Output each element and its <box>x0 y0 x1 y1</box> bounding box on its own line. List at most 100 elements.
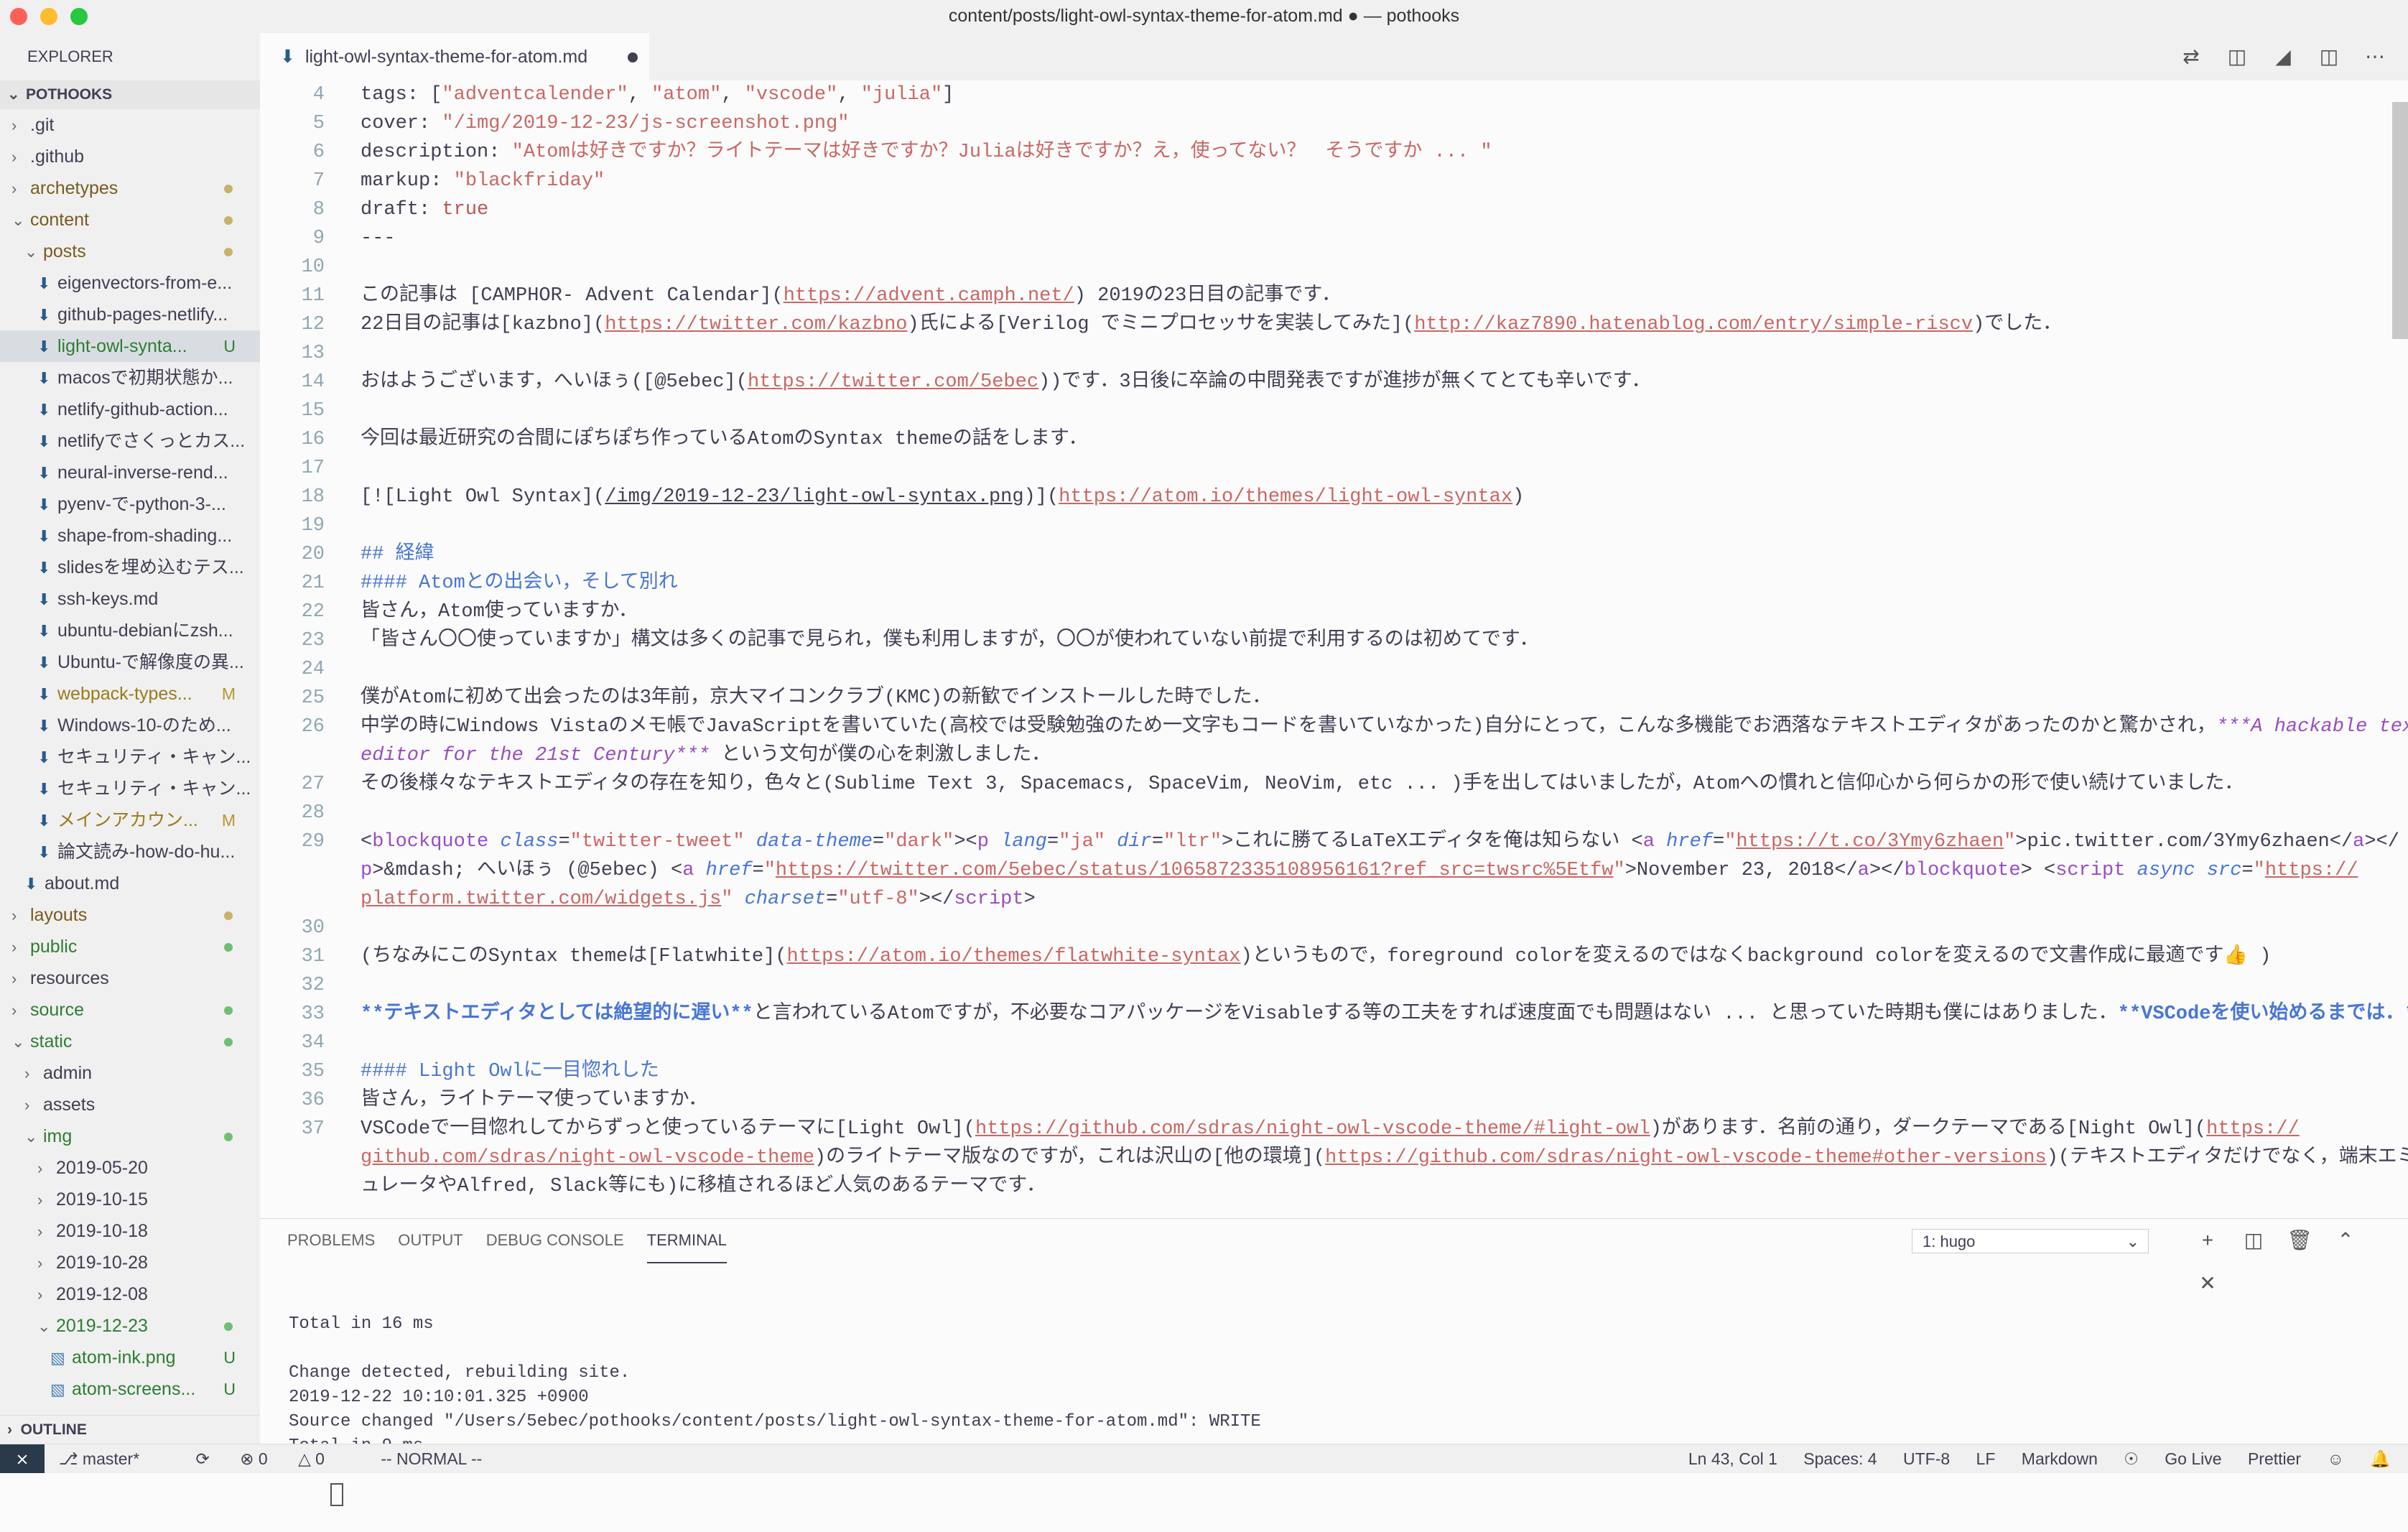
markdown-file-icon: ⬇ <box>37 780 51 798</box>
line-number: 37 <box>301 1118 325 1140</box>
markdown-file-icon: ⬇ <box>37 432 51 450</box>
title-bar: content/posts/light-owl-syntax-theme-for… <box>0 0 2408 34</box>
tree-item[interactable]: ⬇ macosで初期状態か... <box>0 362 260 394</box>
unsaved-dot-icon[interactable] <box>628 52 638 62</box>
code-line: 13 <box>260 339 2408 368</box>
tree-item[interactable]: › 2019-10-15 <box>0 1184 260 1215</box>
feedback-icon[interactable]: ☺ <box>2327 1449 2343 1468</box>
tree-item[interactable]: ⌄ 2019-12-23 <box>0 1310 260 1342</box>
tree-item[interactable]: › resources <box>0 962 260 994</box>
code-text: editor for the 21st Century*** という文句が僕の心… <box>361 745 1051 766</box>
tree-item[interactable]: ⬇ neural-inverse-rend... <box>0 457 260 488</box>
code-line: 7 markup: "blackfriday" <box>260 167 2408 195</box>
workspace-section-header[interactable]: ⌄ POTHOOKS <box>0 80 260 109</box>
preview-icon[interactable]: ◫ <box>2214 33 2260 80</box>
maximize-panel-icon[interactable]: ⌃ <box>2323 1219 2369 1262</box>
language-mode[interactable]: Markdown <box>2022 1449 2098 1468</box>
tree-item[interactable]: ⌄ img <box>0 1120 260 1152</box>
panel-tab[interactable]: DEBUG CONSOLE <box>486 1219 624 1262</box>
tree-item[interactable]: ⌄ posts <box>0 236 260 267</box>
tree-item[interactable]: ⬇ ssh-keys.md <box>0 583 260 615</box>
tree-item[interactable]: ⬇ Windows-10-のため... <box>0 710 260 741</box>
tree-item[interactable]: › 2019-12-08 <box>0 1278 260 1310</box>
tree-item[interactable]: › 2019-10-18 <box>0 1215 260 1247</box>
panel-tab[interactable]: OUTPUT <box>398 1219 462 1262</box>
git-status-badge: M <box>221 684 236 703</box>
chevron-down-icon: ⌄ <box>24 1128 38 1146</box>
tree-item[interactable]: › admin <box>0 1057 260 1089</box>
terminal-select[interactable]: 1: hugo ⌄ <box>1912 1229 2149 1253</box>
chevron-right-icon: › <box>37 1222 43 1240</box>
tree-item[interactable]: ⬇ ubuntu-debianにzsh... <box>0 615 260 646</box>
split-editor-icon[interactable]: ◫ <box>2306 33 2352 80</box>
tree-item[interactable]: ⬇ slidesを埋め込むテス... <box>0 552 260 583</box>
tree-item[interactable]: ⬇ about.md <box>0 868 260 899</box>
panel-tab[interactable]: TERMINAL <box>646 1219 727 1263</box>
sync-icon[interactable]: ⟳ <box>196 1449 210 1468</box>
code-line: p>&mdash; へいほぅ (@5ebec) <a href="https:/… <box>260 856 2408 885</box>
open-changes-icon[interactable]: ⇄ <box>2168 33 2214 80</box>
markdown-file-icon: ⬇ <box>37 464 51 482</box>
explorer-sidebar: EXPLORER ⌄ POTHOOKS › .git › .github › archety… <box>0 33 261 1444</box>
tree-item[interactable]: › assets <box>0 1089 260 1120</box>
tree-item[interactable]: › .git <box>0 109 260 141</box>
panel-tab[interactable]: PROBLEMS <box>287 1219 375 1262</box>
panel-actions: + ◫ 🗑 ⌃✕ <box>2185 1219 2408 1294</box>
notifications-icon[interactable]: 🔔 <box>2370 1449 2391 1468</box>
git-status-badge: U <box>223 337 236 356</box>
indentation[interactable]: Spaces: 4 <box>1803 1449 1877 1468</box>
branch-status[interactable]: ⎇ master* <box>59 1449 165 1468</box>
tree-item[interactable]: ▧ atom-ink.png U <box>0 1342 260 1373</box>
tree-item[interactable]: › .github <box>0 141 260 172</box>
tree-item[interactable]: › archetypes <box>0 172 260 204</box>
tree-item[interactable]: ⌄ static <box>0 1026 260 1057</box>
split-terminal-icon[interactable]: ◫ <box>2231 1219 2277 1262</box>
tree-item[interactable]: ⬇ light-owl-synta... U <box>0 330 260 362</box>
terminal-output[interactable]: Total in 16 ms Change detected, rebuildi… <box>289 1263 1261 1532</box>
remote-icon[interactable]: ⨯ <box>0 1444 45 1473</box>
tree-item[interactable]: ▧ atom-screens... U <box>0 1373 260 1405</box>
problems-status[interactable]: ⊗ 0 △ 0 <box>240 1449 350 1468</box>
go-live-button[interactable]: ☉ Go Live <box>2124 1449 2221 1468</box>
code-editor[interactable]: 4 tags: ["adventcalender", "atom", "vscod… <box>260 80 2408 1218</box>
tree-item-label: ssh-keys.md <box>57 589 159 609</box>
tree-item[interactable]: ⬇ pyenv-で-python-3-... <box>0 488 260 520</box>
chevron-down-icon: ⌄ <box>11 211 25 229</box>
prettier-status[interactable]: Prettier <box>2248 1449 2301 1468</box>
tree-item[interactable]: ⬇ Ubuntu-で解像度の異... <box>0 646 260 678</box>
close-panel-icon[interactable]: ✕ <box>2185 1262 2231 1305</box>
tab-light-owl-syntax-theme[interactable]: ⬇ light-owl-syntax-theme-for-atom.md <box>260 33 649 80</box>
new-terminal-icon[interactable]: + <box>2185 1219 2231 1262</box>
tree-item[interactable]: ⬇ netlifyでさくっとカス... <box>0 425 260 457</box>
outline-section-header[interactable]: › OUTLINE <box>0 1415 260 1444</box>
tree-item[interactable]: ⬇ セキュリティ・キャン... <box>0 741 260 773</box>
tree-item[interactable]: ⬇ 論文読み-how-do-hu... <box>0 836 260 868</box>
code-line: 27 その後様々なテキストエディタの存在を知り，色々と(Sublime Text … <box>260 770 2408 799</box>
chevron-right-icon: › <box>11 1001 17 1019</box>
trash-icon[interactable]: 🗑 <box>2277 1219 2323 1262</box>
tree-item[interactable]: › 2019-05-20 <box>0 1152 260 1184</box>
tree-item[interactable]: ⬇ セキュリティ・キャン... <box>0 773 260 804</box>
encoding[interactable]: UTF-8 <box>1903 1449 1950 1468</box>
tree-item[interactable]: ⬇ shape-from-shading... <box>0 520 260 552</box>
tree-item[interactable]: › source <box>0 994 260 1026</box>
tree-item[interactable]: ⬇ webpack-types... M <box>0 678 260 710</box>
git-status-dot <box>224 1322 233 1331</box>
tree-item[interactable]: ⌄ content <box>0 204 260 236</box>
tree-item[interactable]: › public <box>0 931 260 962</box>
end-of-line[interactable]: LF <box>1976 1449 1996 1468</box>
code-text: tags: ["adventcalender", "atom", "vscode… <box>361 84 954 106</box>
markdown-file-icon: ⬇ <box>37 685 51 703</box>
cursor-position[interactable]: Ln 43, Col 1 <box>1688 1449 1777 1468</box>
tree-item[interactable]: ⬇ github-pages-netlify... <box>0 299 260 330</box>
tree-item[interactable]: › layouts <box>0 899 260 931</box>
tree-item[interactable]: ⬇ メインアカウン... M <box>0 804 260 836</box>
editor-scrollbar[interactable] <box>2392 102 2408 339</box>
tree-item[interactable]: ⬇ netlify-github-action... <box>0 394 260 425</box>
tree-item[interactable]: › 2019-10-28 <box>0 1247 260 1278</box>
live-share-icon[interactable]: ◢ <box>2260 33 2306 80</box>
code-line: 11 この記事は [CAMPHOR- Advent Calendar](https… <box>260 282 2408 310</box>
more-actions-icon[interactable]: ⋯ <box>2352 33 2398 80</box>
tree-item[interactable]: ⬇ eigenvectors-from-e... <box>0 267 260 299</box>
chevron-right-icon: › <box>37 1191 43 1209</box>
